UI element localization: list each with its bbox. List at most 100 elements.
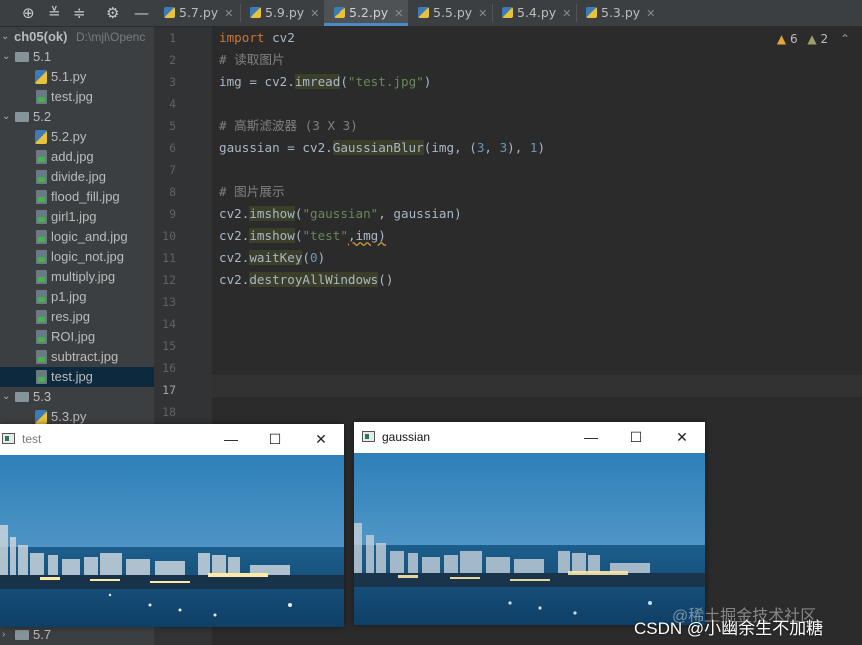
close-icon[interactable]: ✕ — [562, 7, 571, 20]
tab-5-2[interactable]: 5.2.py ✕ — [324, 0, 408, 26]
chevron-right-icon[interactable]: › — [2, 625, 5, 645]
tree-file[interactable]: logic_not.jpg — [0, 247, 154, 267]
app-icon — [2, 433, 15, 444]
line-number: 15 — [162, 339, 176, 353]
tree-file[interactable]: add.jpg — [0, 147, 154, 167]
close-icon[interactable]: ✕ — [394, 7, 403, 20]
tree-folder-5-3[interactable]: ⌄ 5.3 — [0, 387, 154, 407]
window-titlebar[interactable]: test — ☐ ✕ — [0, 424, 344, 454]
keyword: import — [219, 30, 265, 45]
python-file-icon — [164, 7, 175, 18]
tree-folder-5-2[interactable]: ⌄ 5.2 — [0, 107, 154, 127]
close-icon[interactable]: ✕ — [224, 7, 233, 20]
image-file-icon — [36, 310, 47, 324]
tree-file[interactable]: logic_and.jpg — [0, 227, 154, 247]
tree-file[interactable]: 5.1.py — [0, 67, 154, 87]
code-text: cv2 — [264, 30, 295, 45]
cv-window-test[interactable]: test — ☐ ✕ — [0, 424, 344, 627]
line-number: 18 — [162, 405, 176, 419]
minimize-button[interactable]: — — [568, 422, 614, 452]
line-number: 13 — [162, 295, 176, 309]
python-file-icon — [502, 7, 513, 18]
tree-item-label: test.jpg — [51, 369, 93, 384]
image-file-icon — [36, 290, 47, 304]
tree-item-label: res.jpg — [51, 309, 91, 324]
function-name: destroyAllWindows — [249, 272, 379, 287]
cv-window-gaussian[interactable]: gaussian — ☐ ✕ — [354, 422, 705, 625]
tab-5-7[interactable]: 5.7.py ✕ — [154, 0, 238, 26]
expand-all-icon[interactable]: ≚ — [48, 4, 61, 22]
tab-5-5[interactable]: 5.5.py ✕ — [408, 0, 490, 26]
maximize-button[interactable]: ☐ — [252, 424, 298, 454]
function-name: imread — [294, 74, 341, 89]
code-text: cv2. — [219, 272, 250, 287]
tree-file[interactable]: subtract.jpg — [0, 347, 154, 367]
line-number: 8 — [169, 185, 176, 199]
tree-item-label: girl1.jpg — [51, 209, 97, 224]
tree-file[interactable]: test.jpg — [0, 87, 154, 107]
code-line-12: cv2.destroyAllWindows() — [219, 269, 393, 291]
image-file-icon — [36, 170, 47, 184]
tab-5-4[interactable]: 5.4.py ✕ — [492, 0, 574, 26]
tree-root[interactable]: ⌄ ch05(ok) D:\mjl\Openc — [0, 27, 154, 47]
image-view — [0, 455, 344, 627]
window-titlebar[interactable]: gaussian — ☐ ✕ — [354, 422, 705, 452]
image-file-icon — [36, 350, 47, 364]
tree-file[interactable]: res.jpg — [0, 307, 154, 327]
tree-item-label: test.jpg — [51, 89, 93, 104]
tree-file[interactable]: girl1.jpg — [0, 207, 154, 227]
city-skyline-image — [0, 455, 344, 627]
line-number: 2 — [169, 53, 176, 67]
chevron-down-icon[interactable]: ⌄ — [2, 107, 10, 127]
collapse-all-icon[interactable]: ≑ — [73, 4, 86, 22]
function-name: waitKey — [249, 250, 303, 265]
tree-file[interactable]: multiply.jpg — [0, 267, 154, 287]
code-text: , — [484, 140, 500, 155]
tree-item-label: multiply.jpg — [51, 269, 116, 284]
tree-file-selected[interactable]: test.jpg — [0, 367, 154, 387]
target-icon[interactable]: ⊕ — [22, 4, 35, 22]
tree-item-label: add.jpg — [51, 149, 94, 164]
gear-icon[interactable]: ⚙ — [106, 4, 119, 22]
function-name: GaussianBlur — [332, 140, 424, 155]
close-icon[interactable]: ✕ — [310, 7, 319, 20]
tab-5-9[interactable]: 5.9.py ✕ — [240, 0, 322, 26]
warning-icon: ▲ — [776, 32, 787, 46]
tree-file[interactable]: ROI.jpg — [0, 327, 154, 347]
tree-file[interactable]: divide.jpg — [0, 167, 154, 187]
close-icon[interactable]: ✕ — [478, 7, 487, 20]
minimize-panel-icon[interactable]: — — [134, 4, 149, 22]
chevron-down-icon[interactable]: ⌄ — [1, 27, 9, 47]
inspection-widget[interactable]: ▲ 6 ▲ 2 ⌃ — [777, 32, 850, 46]
tree-folder-5-1[interactable]: ⌄ 5.1 — [0, 47, 154, 67]
tab-5-3[interactable]: 5.3.py ✕ — [576, 0, 662, 26]
line-number: 4 — [169, 97, 176, 111]
code-text: () — [378, 272, 394, 287]
line-number: 3 — [169, 75, 176, 89]
close-button[interactable]: ✕ — [298, 424, 344, 454]
tree-folder-5-7[interactable]: › 5.7 — [0, 625, 154, 645]
tree-file[interactable]: 5.2.py — [0, 127, 154, 147]
tree-item-label: flood_fill.jpg — [51, 189, 120, 204]
tree-file[interactable]: p1.jpg — [0, 287, 154, 307]
image-file-icon — [36, 230, 47, 244]
code-text: img = cv2. — [219, 74, 295, 89]
number-literal: 1 — [529, 140, 538, 155]
top-bar: ⊕ ≚ ≑ ⚙ — 5.7.py ✕ 5.9.py ✕ 5.2.py ✕ 5.5.py… — [0, 0, 862, 27]
close-button[interactable]: ✕ — [659, 422, 705, 452]
chevron-down-icon[interactable]: ⌄ — [2, 387, 10, 407]
image-file-icon — [36, 90, 47, 104]
tree-file[interactable]: flood_fill.jpg — [0, 187, 154, 207]
close-icon[interactable]: ✕ — [646, 7, 655, 20]
tree-item-label: p1.jpg — [51, 289, 87, 304]
tree-item-label: 5.2.py — [51, 129, 87, 144]
weak-warnings-count: 2 — [820, 32, 829, 46]
minimize-button[interactable]: — — [208, 424, 254, 454]
tree-item-label: ROI.jpg — [51, 329, 96, 344]
chevron-down-icon[interactable]: ⌄ — [2, 47, 10, 67]
tab-label: 5.3.py — [601, 5, 641, 20]
line-number: 12 — [162, 273, 176, 287]
image-file-icon — [36, 250, 47, 264]
chevron-up-icon[interactable]: ⌃ — [840, 32, 850, 46]
maximize-button[interactable]: ☐ — [613, 422, 659, 452]
